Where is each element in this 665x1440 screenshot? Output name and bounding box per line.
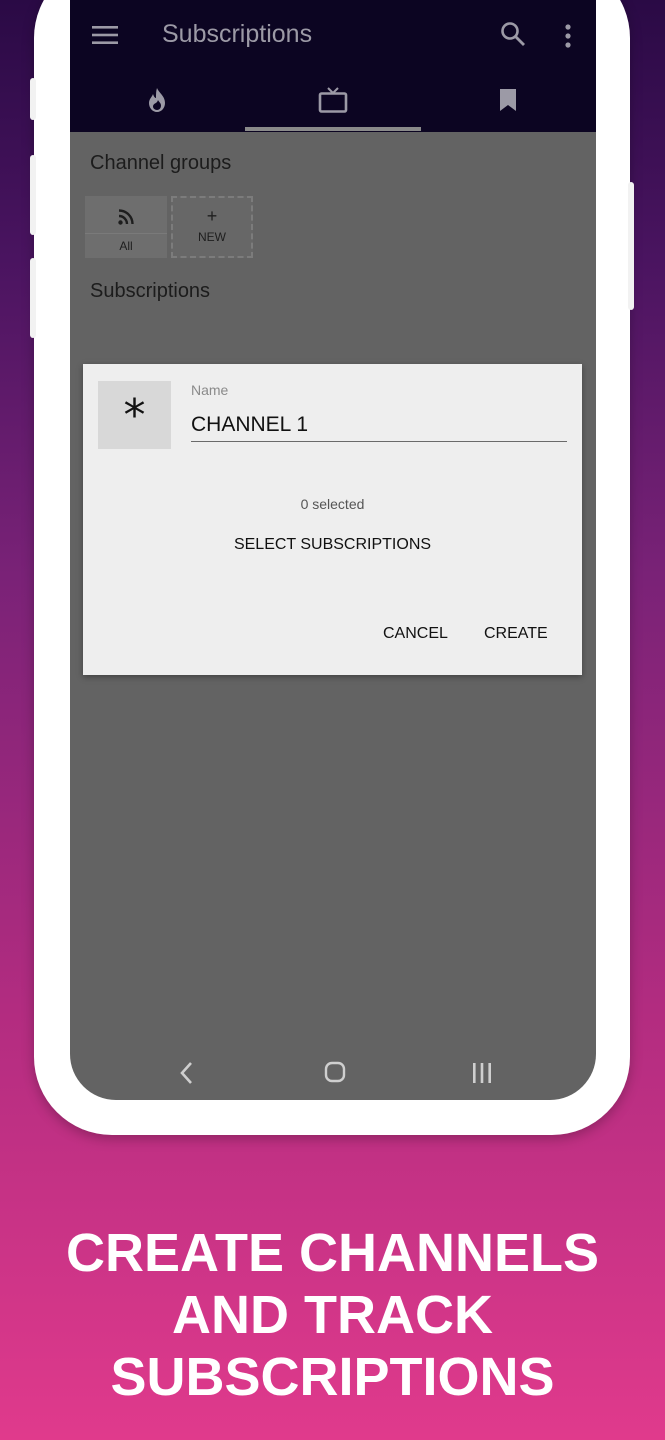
bixby-button — [30, 258, 36, 338]
subscriptions-heading: Subscriptions — [90, 280, 211, 302]
bookmark-icon[interactable] — [499, 88, 517, 112]
plus-icon: + — [206, 206, 218, 226]
group-icon-picker[interactable]: * — [98, 381, 171, 449]
more-vert-icon[interactable] — [564, 23, 572, 49]
hamburger-menu-icon[interactable] — [92, 25, 118, 45]
home-icon[interactable] — [324, 1061, 346, 1088]
group-chip-label: All — [119, 239, 133, 253]
create-group-dialog: * Name 0 selected SELECT SUBSCRIPTIONS C… — [83, 364, 582, 675]
app-bar: Subscriptions — [70, 0, 596, 132]
group-name-input[interactable] — [191, 408, 567, 442]
caption-line-3: SUBSCRIPTIONS — [110, 1347, 555, 1407]
back-chevron-icon[interactable] — [179, 1061, 193, 1090]
new-group-button[interactable]: + NEW — [171, 196, 253, 258]
rss-icon — [118, 209, 134, 225]
selected-tab-indicator — [245, 127, 421, 131]
asterisk-icon: * — [123, 389, 146, 441]
new-group-label: NEW — [198, 230, 226, 244]
volume-down-button — [30, 155, 36, 235]
chip-divider — [85, 233, 167, 234]
caption-line-1: CREATE CHANNELS — [65, 1223, 599, 1283]
promo-caption: CREATE CHANNELS AND TRACK SUBSCRIPTIONS — [0, 1222, 665, 1408]
caption-line-2: AND TRACK — [172, 1285, 493, 1345]
channel-groups-heading: Channel groups — [90, 152, 232, 174]
system-nav-bar — [70, 1035, 596, 1100]
create-button[interactable]: CREATE — [484, 625, 548, 643]
select-subscriptions-button[interactable]: SELECT SUBSCRIPTIONS — [83, 536, 582, 554]
recents-icon[interactable] — [471, 1062, 493, 1089]
tv-icon[interactable] — [318, 86, 348, 114]
group-chip-all[interactable]: All — [85, 196, 167, 258]
cancel-button[interactable]: CANCEL — [383, 625, 448, 643]
selected-count: 0 selected — [300, 496, 365, 512]
search-icon[interactable] — [500, 21, 526, 47]
app-title: Subscriptions — [162, 20, 313, 48]
power-button — [628, 182, 634, 310]
fire-icon[interactable] — [146, 87, 168, 113]
name-field-label: Name — [191, 382, 229, 398]
volume-up-button — [30, 78, 36, 120]
